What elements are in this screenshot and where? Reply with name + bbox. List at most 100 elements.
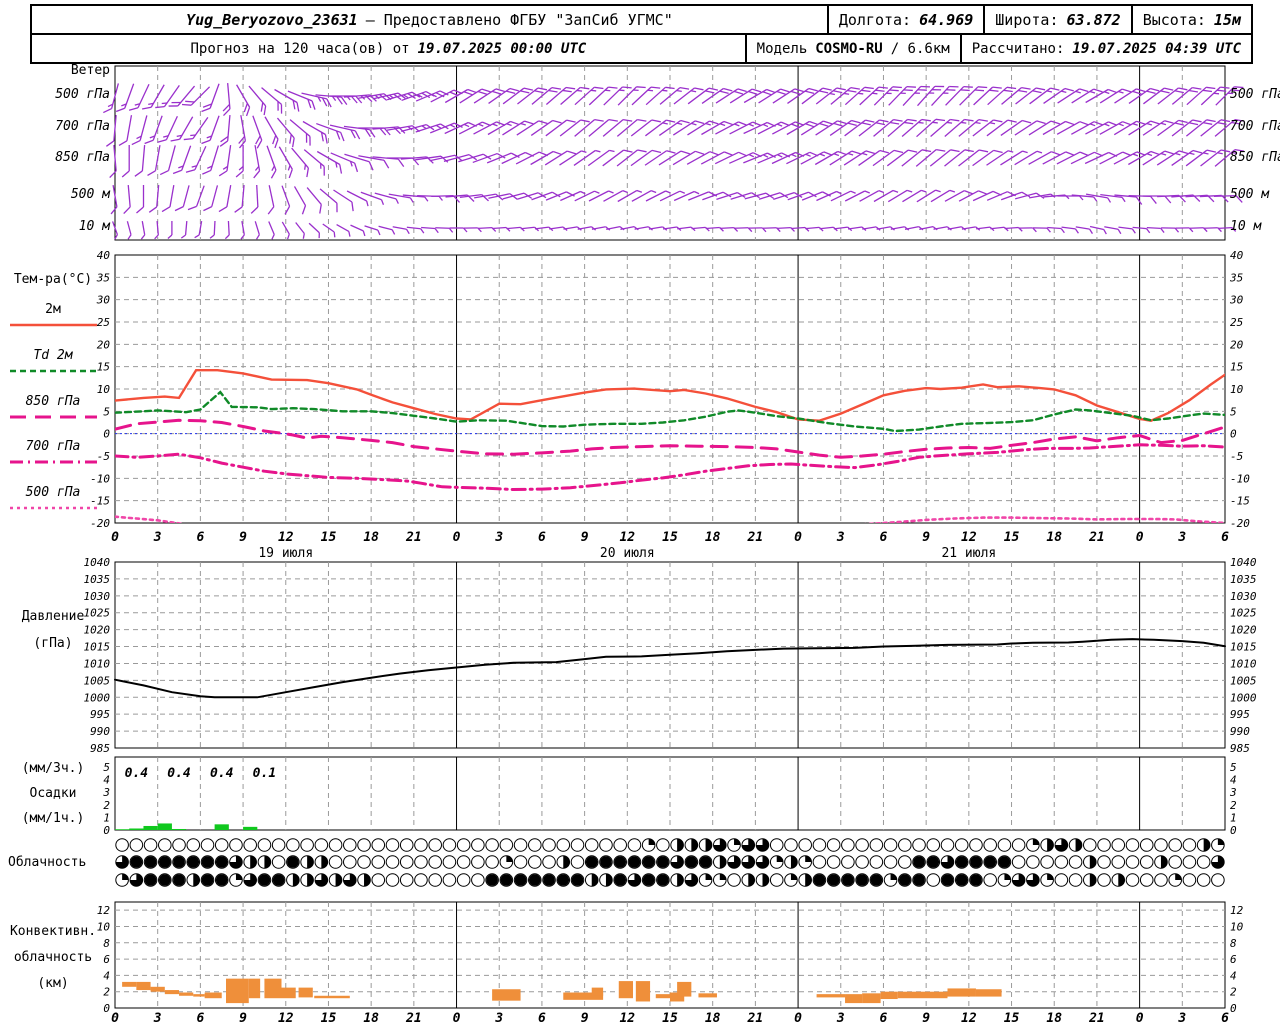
- cloud-cover-icon: [257, 838, 272, 852]
- cloud-fill: [122, 873, 129, 880]
- wind-barb-icon: [430, 122, 463, 134]
- wind-level-850hpa-right: 850 гПа: [1230, 150, 1280, 165]
- wind-barb-icon: [201, 115, 220, 145]
- wind-barb-icon: [1028, 120, 1061, 136]
- precip-bar: [214, 824, 229, 830]
- conv-panel-title-3: (км): [37, 976, 69, 991]
- precip-3h-value: 0.4: [167, 766, 191, 781]
- model-name: COSMO-RU: [815, 40, 883, 57]
- wind-barb-icon: [1157, 119, 1188, 137]
- wind-barb-icon: [329, 124, 361, 140]
- precip-unit-1h: (мм/1ч.): [21, 811, 85, 826]
- cloud-fill: [201, 874, 214, 886]
- cloud-cover-icon: [1196, 873, 1211, 887]
- cloud-cover-icon: [869, 838, 884, 852]
- wind-barb-icon: [1128, 87, 1160, 104]
- wind-barb-icon: [281, 221, 290, 240]
- convective-cloud-bar: [698, 993, 717, 998]
- wind-barb-icon: [901, 118, 931, 138]
- cloud-cover-icon: [528, 838, 542, 852]
- cloud-fill: [677, 838, 684, 852]
- hour-tick-label: 18: [705, 530, 721, 545]
- convective-cloud-bar: [618, 981, 633, 999]
- cloud-cover-icon: [328, 855, 343, 869]
- wind-barb-icon: [829, 150, 861, 166]
- cloud-cover-icon: [926, 873, 941, 887]
- wind-barb-icon: [545, 191, 575, 201]
- wind-barb-icon: [729, 121, 762, 135]
- hour-tick-label: 15: [662, 530, 678, 545]
- hour-tick-label: 15: [321, 1011, 337, 1024]
- wind-barb-icon: [488, 87, 519, 104]
- wind-barb-icon: [772, 88, 804, 104]
- cloud-fill: [719, 855, 727, 869]
- cloud-panel-title: Облачность: [8, 855, 87, 870]
- y-axis-tick-label: 1040: [1230, 556, 1257, 569]
- wind-barb-icon: [159, 145, 176, 176]
- wind-barb-icon: [209, 220, 216, 239]
- convective-cloud-bar: [164, 990, 180, 995]
- wind-barb-icon: [686, 151, 719, 165]
- wind-barb-icon: [330, 152, 359, 173]
- cloud-cover-icon: [812, 855, 827, 869]
- cloud-fill: [614, 856, 626, 868]
- convective-cloud-bar: [880, 991, 898, 1000]
- convective-cloud-bar: [122, 981, 137, 987]
- cloud-cover-icon: [471, 838, 485, 852]
- wind-barb-icon: [672, 150, 705, 166]
- wind-barb-icon: [1113, 120, 1146, 136]
- wind-barb-icon: [516, 120, 548, 136]
- hour-tick-label: 0: [1136, 1011, 1144, 1024]
- wind-barb-icon: [234, 184, 245, 213]
- cloud-cover-icon: [1026, 855, 1040, 869]
- cloud-fill: [842, 874, 854, 886]
- cloud-cover-icon: [627, 838, 642, 852]
- forecast-prefix: Прогноз на 120 часа(ов) от: [190, 40, 410, 57]
- wind-barb-icon: [1057, 195, 1084, 201]
- cloud-cover-icon: [385, 855, 400, 869]
- y-axis-tick-label: 2: [1230, 986, 1237, 999]
- precip-3h-value: 0.4: [210, 766, 234, 781]
- cloud-cover-icon: [556, 838, 571, 852]
- pressure-panel-title: Давление: [21, 609, 85, 624]
- hour-tick-label: 9: [581, 530, 589, 545]
- wind-barb-icon: [174, 185, 190, 212]
- wind-barb-icon: [559, 150, 587, 166]
- temp-legend-500: 500 гПа: [25, 485, 81, 500]
- wind-barb-icon: [238, 115, 246, 149]
- wind-barb-icon: [1142, 195, 1172, 204]
- y-axis-tick-label: 25: [1230, 316, 1243, 329]
- wind-barb-icon: [801, 191, 831, 201]
- wind-barb-icon: [830, 87, 860, 105]
- cloud-cover-icon: [1054, 873, 1069, 887]
- cloud-fill: [899, 874, 911, 886]
- hour-tick-label: 12: [961, 1011, 977, 1024]
- wind-barb-icon: [843, 150, 875, 166]
- wind-barb-icon: [1042, 120, 1075, 136]
- wind-barb-icon: [473, 88, 505, 104]
- wind-barb-icon: [278, 146, 293, 179]
- wind-barb-icon: [743, 121, 776, 135]
- cloud-fill: [250, 855, 257, 869]
- hour-tick-label: 0: [111, 530, 119, 545]
- wind-barb-icon: [701, 87, 733, 104]
- cloud-fill: [591, 873, 599, 887]
- date-label: 20 июля: [600, 546, 655, 561]
- wind-barb-icon: [771, 151, 805, 165]
- cloud-cover-icon: [1011, 855, 1026, 869]
- hour-tick-label: 18: [1046, 1011, 1062, 1024]
- altitude-label: Высота:: [1142, 10, 1206, 29]
- cloud-fill: [1047, 838, 1054, 852]
- wind-barb-icon: [180, 220, 188, 239]
- wind-barb-icon: [886, 149, 918, 167]
- wind-barb-icon: [293, 186, 307, 215]
- cloud-cover-icon: [456, 855, 471, 869]
- wind-barb-row: [109, 144, 1245, 179]
- y-axis-tick-label: 10: [1230, 383, 1244, 396]
- y-axis-tick-label: 40: [97, 249, 111, 262]
- cloud-cover-icon: [1125, 855, 1140, 869]
- wind-barb-icon: [144, 115, 163, 145]
- wind-barb-icon: [306, 187, 322, 214]
- cloud-cover-icon: [414, 873, 428, 887]
- wind-barb-icon: [287, 90, 316, 110]
